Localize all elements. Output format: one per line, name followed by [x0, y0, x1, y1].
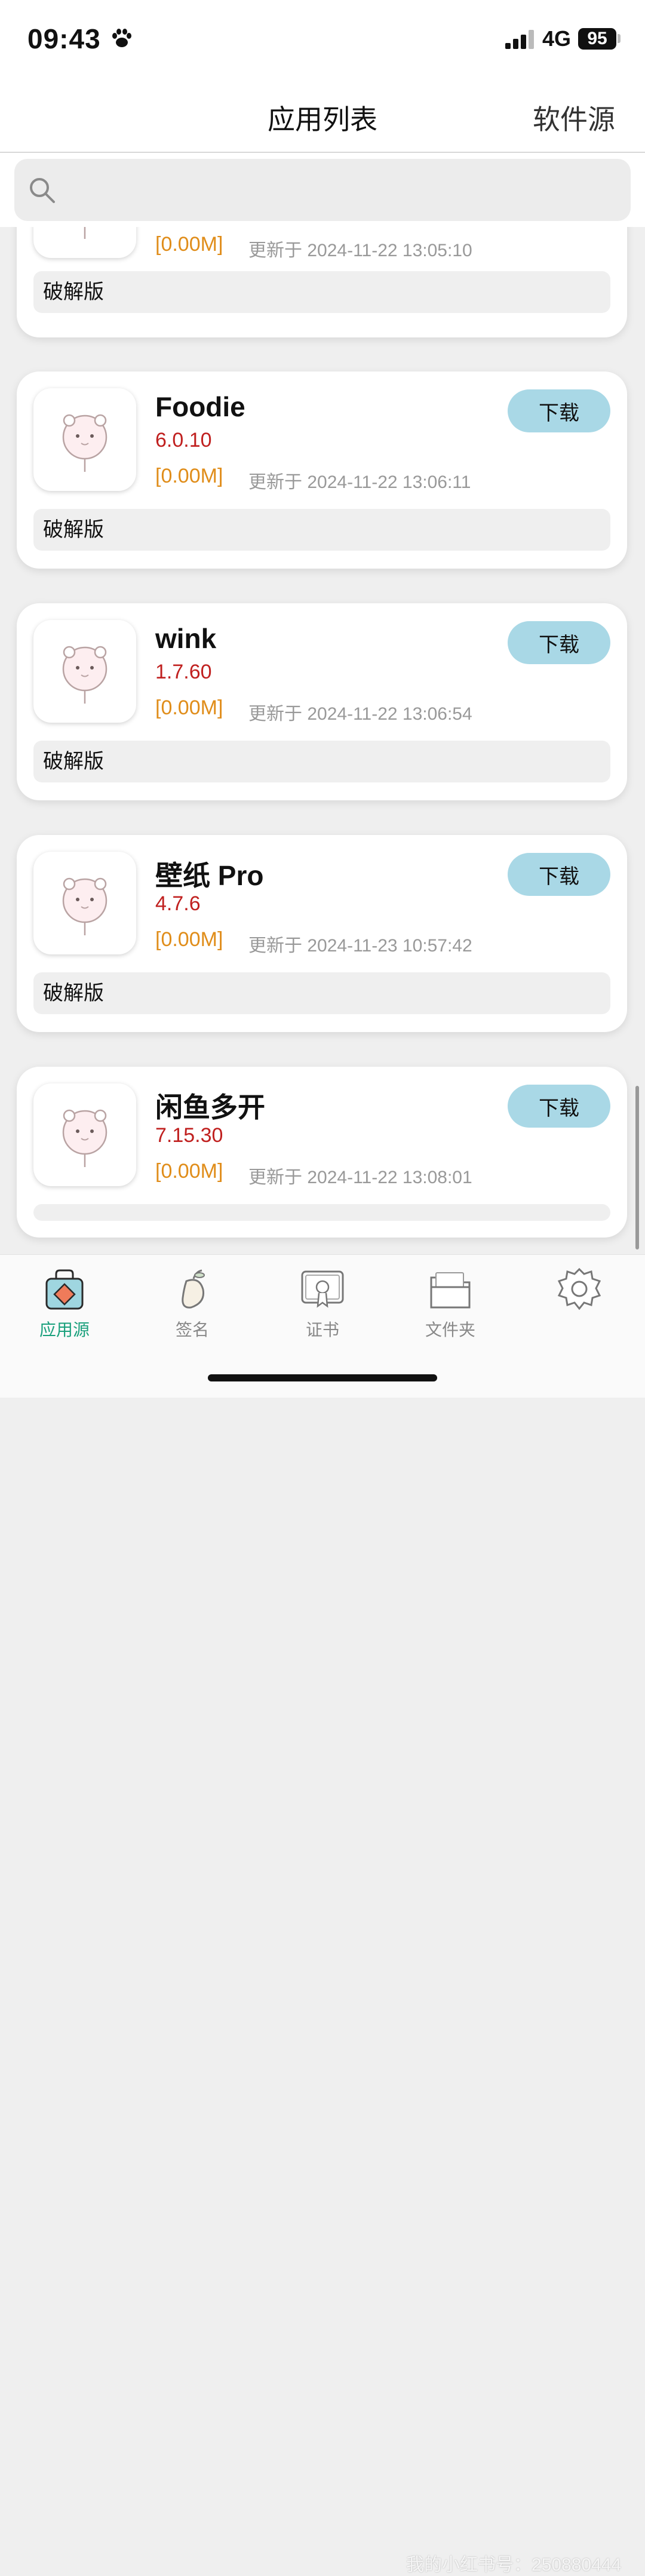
app-icon[interactable]: [33, 388, 136, 491]
app-version: 4.7.6: [155, 892, 201, 915]
scrollbar[interactable]: [635, 1086, 639, 1249]
app-source-icon: [45, 1269, 84, 1310]
app-card: Foodie 6.0.10 [0.00M] 更新于 2024-11-22 13:…: [17, 371, 627, 569]
paw-icon: [112, 29, 131, 47]
certificate-icon: [301, 1270, 344, 1308]
app-card: [0.00M] 更新于 2024-11-22 13:05:10 破解版: [17, 227, 627, 337]
app-card: 闲鱼多开 7.15.30 [0.00M] 更新于 2024-11-22 13:0…: [17, 1067, 627, 1238]
app-icon[interactable]: [33, 620, 136, 723]
app-tag: 破解版: [33, 972, 610, 1014]
app-list[interactable]: [0.00M] 更新于 2024-11-22 13:05:10 破解版 Food…: [0, 227, 645, 1253]
hamster-icon: [62, 877, 108, 935]
app-size: [0.00M]: [155, 928, 223, 951]
app-name: Foodie: [155, 391, 245, 422]
tab-label: 文件夹: [425, 1321, 475, 1339]
home-indicator[interactable]: [208, 1374, 437, 1381]
tab-label: 签名: [175, 1321, 209, 1339]
download-button[interactable]: 下载: [508, 853, 610, 896]
app-size: [0.00M]: [155, 696, 223, 719]
app-name: 闲鱼多开: [155, 1092, 265, 1123]
app-version: 6.0.10: [155, 429, 212, 452]
app-tag: [33, 1204, 610, 1221]
sign-icon: [182, 1269, 205, 1309]
app-updated: 更新于 2024-11-22 13:08:01: [248, 1168, 472, 1187]
battery-tip: [618, 34, 621, 43]
app-size: [0.00M]: [155, 465, 223, 487]
app-updated: 更新于 2024-11-22 13:05:10: [248, 241, 472, 260]
tab-bar: 应用源 签名 证书 文件夹 我的小红书号：250880444: [0, 1254, 645, 2575]
tab-label: 证书: [305, 1321, 339, 1339]
app-updated: 更新于 2024-11-22 13:06:11: [248, 472, 471, 492]
app-size: [0.00M]: [155, 233, 223, 256]
signal-icon: [505, 30, 534, 49]
tab-sign[interactable]: 签名: [139, 1266, 246, 1341]
search-area: [0, 153, 645, 227]
download-button[interactable]: 下载: [508, 1085, 610, 1128]
watermark: 我的小红书号：250880444: [406, 2555, 622, 2575]
app-updated: 更新于 2024-11-22 13:06:54: [248, 704, 472, 724]
network-type: 4G: [542, 26, 572, 51]
tab-label: 应用源: [39, 1321, 90, 1339]
nav-bar: 应用列表 软件源: [0, 78, 645, 153]
tab-app-source[interactable]: 应用源: [11, 1266, 118, 1341]
status-bar: 09:43 4G 95: [0, 0, 645, 78]
app-tag: 破解版: [33, 509, 610, 551]
folder-icon: [430, 1272, 471, 1309]
tab-settings[interactable]: [526, 1266, 633, 1317]
search-bar[interactable]: [14, 159, 631, 221]
app-name: 壁纸 Pro: [155, 860, 264, 891]
app-size: [0.00M]: [155, 1160, 223, 1183]
status-time: 09:43: [27, 23, 101, 54]
settings-icon: [557, 1267, 601, 1310]
app-tag: 破解版: [33, 271, 610, 313]
hamster-icon: [84, 227, 86, 239]
app-card: wink 1.7.60 [0.00M] 更新于 2024-11-22 13:06…: [17, 603, 627, 800]
hamster-icon: [62, 414, 108, 472]
tab-folder[interactable]: 文件夹: [397, 1266, 504, 1341]
search-input[interactable]: [68, 171, 608, 210]
search-icon: [30, 178, 55, 203]
app-updated: 更新于 2024-11-23 10:57:42: [248, 936, 472, 956]
tab-certificate[interactable]: 证书: [269, 1266, 376, 1341]
download-button[interactable]: 下载: [508, 621, 610, 664]
app-tag: 破解版: [33, 741, 610, 782]
app-name: wink: [155, 623, 217, 654]
battery-level: 95: [578, 28, 616, 50]
hamster-icon: [62, 1109, 108, 1167]
app-version: 7.15.30: [155, 1124, 223, 1147]
hamster-icon: [62, 646, 108, 704]
app-icon[interactable]: [33, 852, 136, 954]
app-card: 壁纸 Pro 4.7.6 [0.00M] 更新于 2024-11-23 10:5…: [17, 835, 627, 1032]
app-icon[interactable]: [33, 1083, 136, 1186]
app-icon[interactable]: [33, 227, 136, 258]
app-version: 1.7.60: [155, 661, 212, 683]
download-button[interactable]: 下载: [508, 389, 610, 432]
software-source-button[interactable]: 软件源: [533, 98, 615, 137]
